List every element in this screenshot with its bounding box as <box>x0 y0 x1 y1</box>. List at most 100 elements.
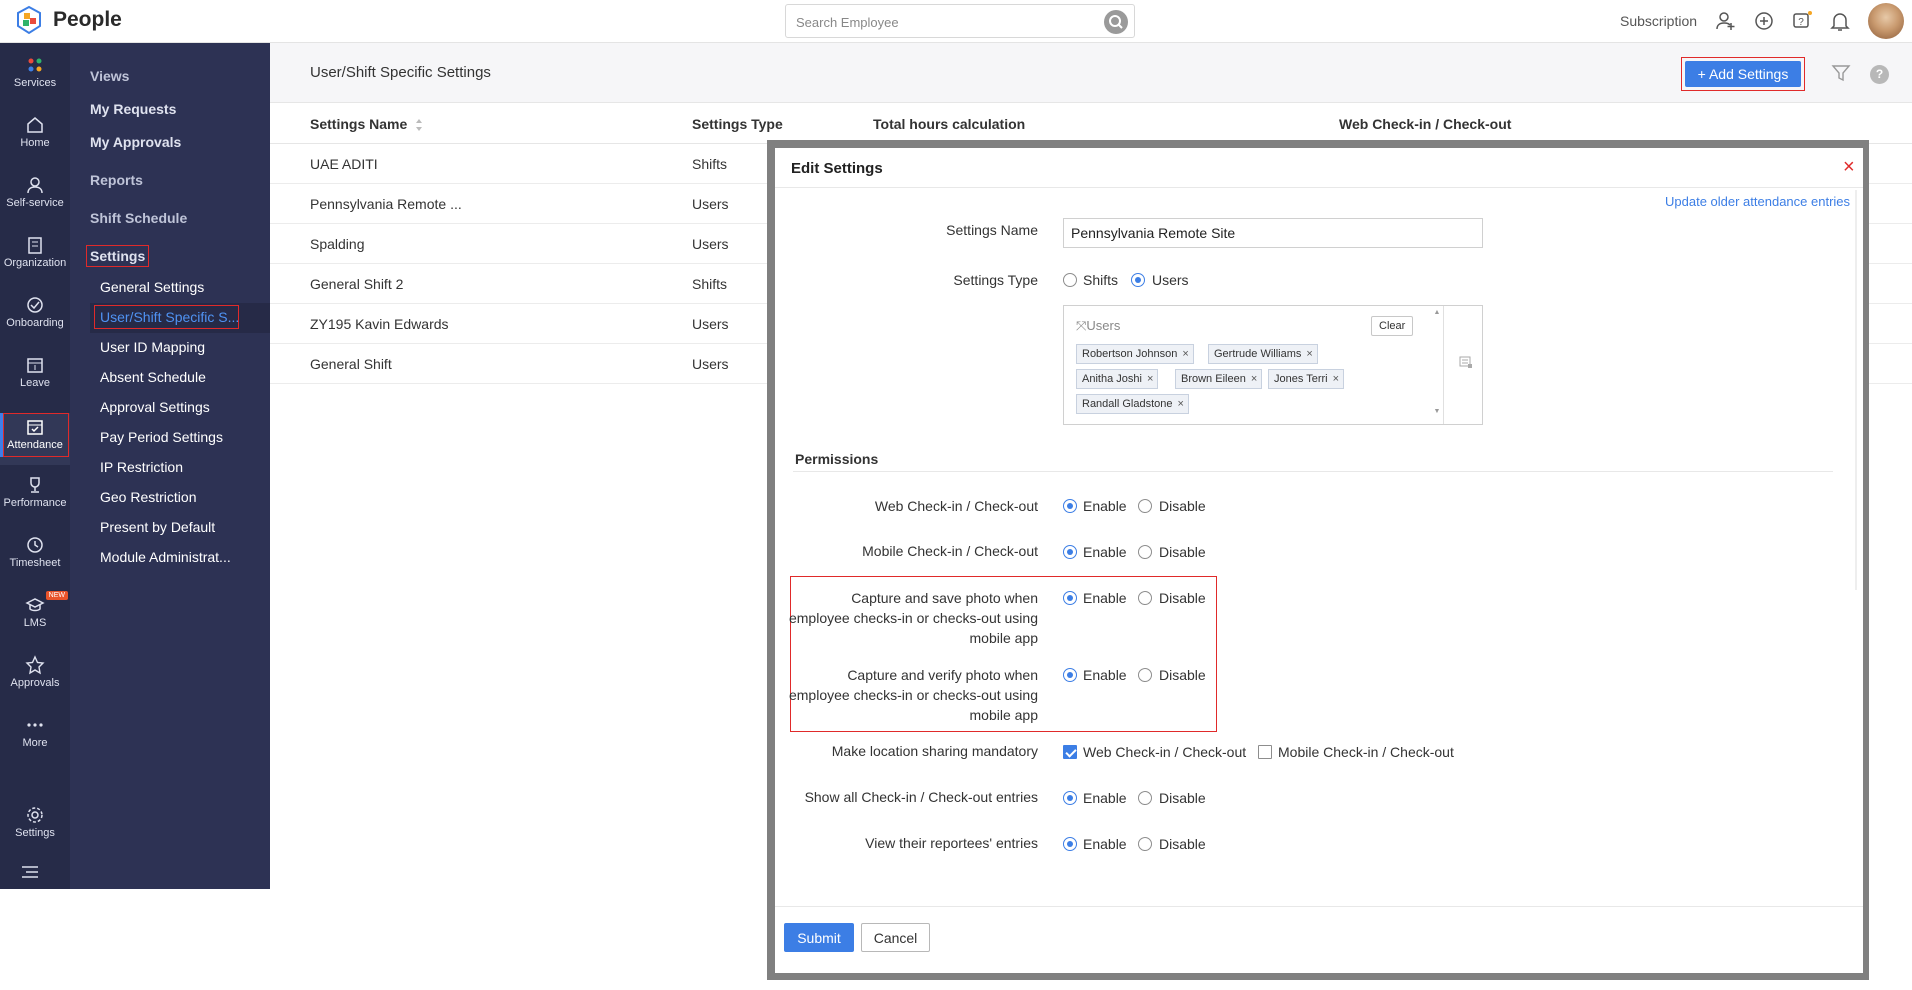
remove-chip-icon[interactable]: × <box>1306 348 1312 360</box>
perm-capture-save-photo-disable-label[interactable]: Disable <box>1159 590 1206 606</box>
subnav-general-settings[interactable]: General Settings <box>100 279 204 295</box>
settings-type-shifts-radio[interactable] <box>1063 273 1077 287</box>
user-chip[interactable]: Randall Gladstone × <box>1076 394 1189 414</box>
nav-more[interactable]: More <box>0 715 70 767</box>
nav-performance[interactable]: Performance <box>0 475 70 527</box>
clear-users-button[interactable]: Clear <box>1371 316 1414 336</box>
nav-services[interactable]: Services <box>0 55 70 107</box>
nav-timesheet[interactable]: Timesheet <box>0 535 70 587</box>
subnav-user-shift-specific-settings[interactable]: User/Shift Specific S... <box>94 305 239 329</box>
users-scrollbar[interactable]: ▲ ▼ <box>1431 306 1443 424</box>
subnav-module-administration[interactable]: Module Administrat... <box>100 549 231 565</box>
remove-chip-icon[interactable]: × <box>1182 348 1188 360</box>
sort-icon[interactable] <box>415 118 423 132</box>
nav-settings[interactable]: Settings <box>0 805 70 857</box>
subnav-shift-schedule[interactable]: Shift Schedule <box>90 210 187 226</box>
subnav-approval-settings[interactable]: Approval Settings <box>100 399 210 415</box>
subscription-link[interactable]: Subscription <box>1620 13 1697 29</box>
user-chip[interactable]: Anitha Joshi × <box>1076 369 1159 389</box>
column-header-settings-name[interactable]: Settings Name <box>310 116 423 132</box>
perm-capture-verify-photo-enable-radio[interactable] <box>1063 668 1077 682</box>
nav-self-service[interactable]: Self-service <box>0 175 70 227</box>
remove-chip-icon[interactable]: × <box>1147 373 1153 385</box>
perm-capture-save-photo-enable-radio[interactable] <box>1063 591 1077 605</box>
select-list-icon[interactable] <box>1459 355 1473 369</box>
people-logo-icon[interactable] <box>14 5 44 35</box>
perm-capture-save-photo-enable-label[interactable]: Enable <box>1083 590 1127 606</box>
nav-approvals[interactable]: Approvals <box>0 655 70 707</box>
subnav-settings[interactable]: Settings <box>86 245 150 267</box>
search-bar[interactable]: Search Employee <box>785 4 1135 38</box>
search-input[interactable]: Search Employee <box>796 15 899 30</box>
location-mobile-checkbox[interactable] <box>1258 745 1272 759</box>
subnav-absent-schedule[interactable]: Absent Schedule <box>100 369 206 385</box>
perm-web-checkin-disable-label[interactable]: Disable <box>1159 498 1206 514</box>
perm-web-checkin-enable-radio[interactable] <box>1063 499 1077 513</box>
subnav-my-approvals[interactable]: My Approvals <box>90 134 181 150</box>
user-chip[interactable]: Brown Eileen × <box>1175 369 1263 389</box>
nav-lms[interactable]: NEW LMS <box>0 591 70 647</box>
location-mobile-checkbox-label[interactable]: Mobile Check-in / Check-out <box>1278 744 1454 760</box>
close-icon[interactable]: × <box>1843 157 1855 177</box>
perm-capture-verify-photo-disable-label[interactable]: Disable <box>1159 667 1206 683</box>
add-settings-button[interactable]: + Add Settings <box>1685 61 1801 87</box>
settings-type-users-radio[interactable] <box>1131 273 1145 287</box>
column-header-total-hours[interactable]: Total hours calculation <box>873 116 1025 132</box>
update-older-entries-link[interactable]: Update older attendance entries <box>1665 194 1850 209</box>
modal-scrollbar[interactable] <box>1855 190 1857 590</box>
user-chip[interactable]: Robertson Johnson × <box>1076 344 1194 364</box>
column-header-settings-type[interactable]: Settings Type <box>692 116 783 132</box>
cancel-button[interactable]: Cancel <box>861 923 930 952</box>
filter-icon[interactable] <box>1831 63 1851 83</box>
remove-chip-icon[interactable]: × <box>1333 373 1339 385</box>
avatar[interactable] <box>1868 3 1904 39</box>
perm-web-checkin-enable-label[interactable]: Enable <box>1083 498 1127 514</box>
subnav-geo-restriction[interactable]: Geo Restriction <box>100 489 196 505</box>
nav-onboarding[interactable]: Onboarding <box>0 295 70 347</box>
nav-attendance[interactable]: Attendance <box>0 413 70 465</box>
subnav-my-requests[interactable]: My Requests <box>90 101 176 117</box>
submit-button[interactable]: Submit <box>784 923 854 952</box>
subnav-user-id-mapping[interactable]: User ID Mapping <box>100 339 205 355</box>
perm-mobile-checkin-enable-radio[interactable] <box>1063 545 1077 559</box>
location-web-checkbox[interactable] <box>1063 745 1077 759</box>
nav-organization[interactable]: Organization <box>0 235 70 287</box>
users-selector[interactable]: ⤧Users Clear Robertson Johnson × Gertrude… <box>1063 305 1483 425</box>
perm-capture-verify-photo-enable-label[interactable]: Enable <box>1083 667 1127 683</box>
perm-mobile-checkin-disable-radio[interactable] <box>1138 545 1152 559</box>
search-icon[interactable] <box>1104 10 1128 34</box>
perm-show-all-entries-disable-radio[interactable] <box>1138 791 1152 805</box>
user-chip[interactable]: Gertrude Williams × <box>1208 344 1318 364</box>
subnav-ip-restriction[interactable]: IP Restriction <box>100 459 183 475</box>
add-circle-icon[interactable] <box>1753 10 1775 32</box>
settings-name-field[interactable]: Pennsylvania Remote Site <box>1063 218 1483 248</box>
help-chat-icon[interactable]: ? <box>1791 10 1813 32</box>
perm-reportees-entries-disable-radio[interactable] <box>1138 837 1152 851</box>
user-add-icon[interactable] <box>1715 10 1737 32</box>
column-header-web-checkin[interactable]: Web Check-in / Check-out <box>1339 116 1511 132</box>
perm-reportees-entries-disable-label[interactable]: Disable <box>1159 836 1206 852</box>
location-web-checkbox-label[interactable]: Web Check-in / Check-out <box>1083 744 1246 760</box>
perm-capture-save-photo-disable-radio[interactable] <box>1138 591 1152 605</box>
perm-web-checkin-disable-radio[interactable] <box>1138 499 1152 513</box>
bell-icon[interactable] <box>1829 10 1851 32</box>
remove-chip-icon[interactable]: × <box>1251 373 1257 385</box>
user-chip[interactable]: Jones Terri × <box>1268 369 1345 389</box>
perm-show-all-entries-enable-radio[interactable] <box>1063 791 1077 805</box>
settings-type-shifts-label[interactable]: Shifts <box>1083 272 1118 288</box>
settings-type-users-label[interactable]: Users <box>1152 272 1189 288</box>
perm-reportees-entries-enable-radio[interactable] <box>1063 837 1077 851</box>
collapse-icon[interactable]: ⤧ <box>1076 318 1086 333</box>
subnav-present-by-default[interactable]: Present by Default <box>100 519 215 535</box>
perm-mobile-checkin-disable-label[interactable]: Disable <box>1159 544 1206 560</box>
help-icon[interactable]: ? <box>1870 65 1889 84</box>
nav-home[interactable]: Home <box>0 115 70 167</box>
perm-reportees-entries-enable-label[interactable]: Enable <box>1083 836 1127 852</box>
perm-capture-verify-photo-disable-radio[interactable] <box>1138 668 1152 682</box>
collapse-menu-icon[interactable] <box>19 865 41 879</box>
subnav-views[interactable]: Views <box>90 68 129 84</box>
perm-show-all-entries-disable-label[interactable]: Disable <box>1159 790 1206 806</box>
perm-show-all-entries-enable-label[interactable]: Enable <box>1083 790 1127 806</box>
subnav-pay-period-settings[interactable]: Pay Period Settings <box>100 429 223 445</box>
remove-chip-icon[interactable]: × <box>1178 398 1184 410</box>
